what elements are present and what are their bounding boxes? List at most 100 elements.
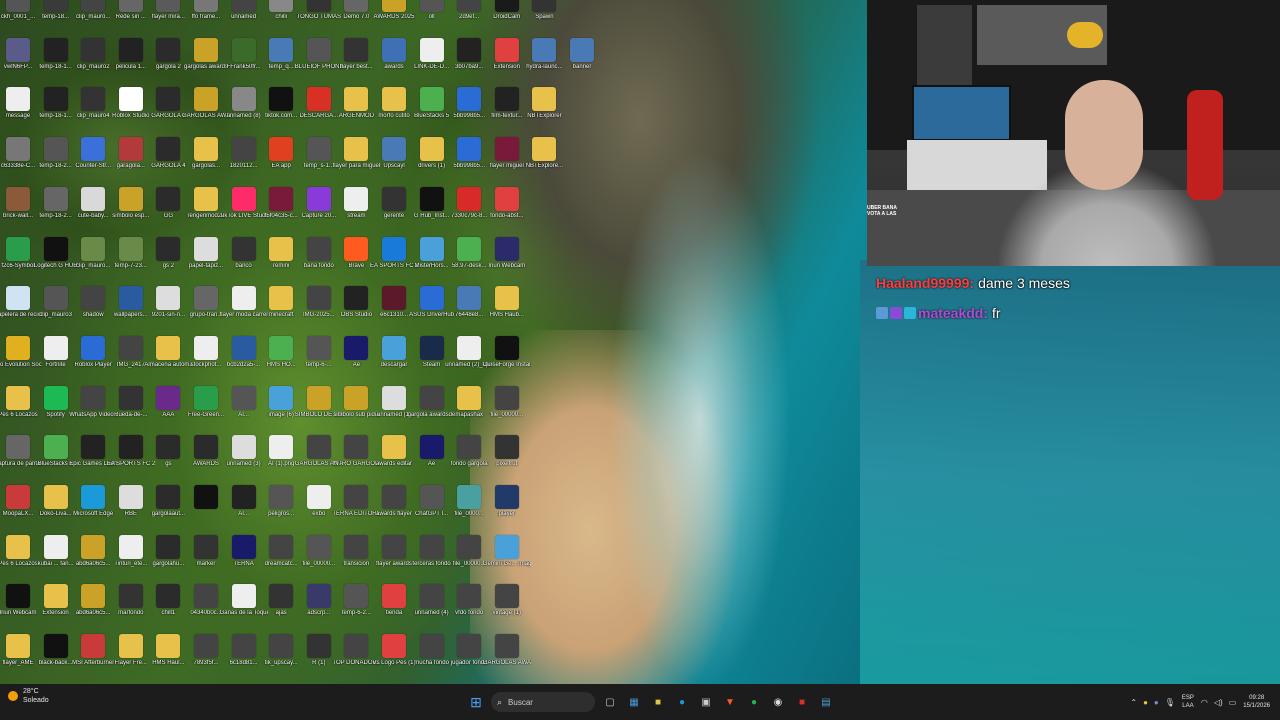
file-icon [269, 236, 294, 261]
file-icon [269, 335, 294, 360]
wallpaper-surf [580, 150, 840, 684]
spotify-icon[interactable]: ● [744, 692, 764, 712]
desktop-icon[interactable]: CurseForge Installer [483, 335, 531, 384]
widgets-icon[interactable]: ▦ [624, 692, 644, 712]
desktop-icon[interactable]: file_00000... [483, 385, 531, 434]
file-icon [118, 435, 143, 460]
file-icon [494, 0, 519, 12]
file-icon [419, 286, 444, 311]
file-icon [532, 0, 557, 12]
file-icon [118, 0, 143, 12]
desktop-icon[interactable]: vintage (1) [483, 584, 531, 632]
file-icon [494, 634, 519, 659]
file-icon [419, 435, 444, 460]
file-icon [344, 435, 369, 460]
file-icon [81, 485, 106, 509]
file-icon [344, 137, 369, 162]
discord-icon[interactable]: ● [1154, 698, 1159, 707]
file-icon [532, 37, 557, 62]
file-icon [306, 584, 331, 609]
search-box[interactable]: ⌕ Buscar [491, 692, 595, 712]
file-icon [81, 385, 106, 410]
clock[interactable]: 09:28 15/1/2026 [1243, 694, 1270, 710]
file-icon [494, 485, 519, 509]
desktop-icon[interactable]: NBTExplore... [520, 137, 568, 185]
desktop-icon-label: GARGOLAS AWARDS [482, 660, 531, 667]
file-icon [231, 485, 256, 509]
desktop-icon[interactable]: Spawn [520, 0, 568, 36]
desktop-icon-label: pixelfrut [496, 461, 518, 468]
desktop-icon[interactable]: NBTExplorer [520, 87, 568, 135]
file-explorer-icon[interactable]: ■ [648, 692, 668, 712]
desktop-icon[interactable]: Gemini Ge... Image [482, 534, 531, 583]
file-icon [494, 37, 519, 62]
task-view-icon[interactable]: ▢ [600, 692, 620, 712]
file-icon [382, 335, 406, 360]
volume-icon[interactable]: ◁) [1214, 698, 1223, 707]
file-icon [194, 137, 218, 162]
file-icon [382, 87, 406, 112]
file-icon [6, 634, 30, 659]
store-icon[interactable]: ▣ [696, 692, 716, 712]
file-icon [457, 385, 482, 410]
desktop-icon-label: Gemini Ge... Image [482, 560, 531, 567]
search-label: Buscar [508, 697, 533, 707]
desktop-icon[interactable]: pixelfrut [483, 435, 531, 483]
file-icon [194, 37, 218, 62]
file-icon [269, 37, 294, 62]
microphone-icon[interactable]: 🎙︎ [1165, 698, 1175, 707]
file-icon [43, 37, 68, 62]
file-icon [156, 584, 181, 609]
file-icon [118, 385, 143, 410]
desktop-icon[interactable]: GARGOLAS AWARDS [483, 634, 531, 682]
file-icon [457, 186, 482, 211]
file-icon [6, 186, 30, 211]
file-icon [457, 236, 482, 261]
desktop-icon[interactable]: HMS Haub... [483, 286, 531, 334]
desktop-icon[interactable]: banner [558, 37, 606, 86]
desktop-icon-label: vintage (1) [492, 610, 521, 617]
file-icon [306, 485, 331, 509]
edge-icon[interactable]: ● [672, 692, 692, 712]
desktop-icon[interactable]: fondo-abst... [483, 186, 531, 235]
file-icon [494, 186, 519, 211]
desktop-icon[interactable]: Iriun Webcam [483, 236, 531, 285]
file-icon [419, 186, 444, 211]
desktop-icon-label: HMS Haub... [489, 312, 524, 319]
wifi-icon[interactable]: ◠ [1201, 698, 1208, 707]
notepad-icon[interactable]: ▤ [816, 692, 836, 712]
chevron-up-icon[interactable]: ⌃ [1130, 698, 1137, 707]
clock-date: 15/1/2026 [1243, 703, 1270, 709]
capture-icon[interactable]: ■ [792, 692, 812, 712]
file-icon [231, 0, 256, 12]
file-icon [118, 534, 143, 559]
obs-icon[interactable]: ◉ [768, 692, 788, 712]
file-icon [382, 137, 406, 162]
weather-widget[interactable]: 28°C Soleado [8, 687, 49, 705]
file-icon [43, 286, 68, 311]
webcam-text-overlay: UBER BANA VOTA A LAS [867, 205, 927, 217]
file-icon [156, 485, 181, 509]
file-icon [382, 385, 406, 410]
brave-icon[interactable]: ▼ [720, 692, 740, 712]
chat-badge-icon [890, 307, 902, 319]
file-icon [156, 335, 181, 360]
language-indicator[interactable]: ESP LAA [1182, 694, 1194, 710]
desktop-icon-label: Iriun Webcam [488, 262, 526, 269]
file-icon [382, 534, 406, 559]
desktop-icon[interactable]: player [483, 485, 531, 533]
file-icon [6, 335, 30, 360]
battery-icon[interactable]: ▭ [1229, 698, 1237, 707]
file-icon [231, 634, 256, 659]
desktop-icon-label: NBTExplorer [527, 113, 562, 120]
desktop-icon-label: Spawn [535, 14, 554, 20]
language-top: ESP [1181, 695, 1194, 701]
file-icon [457, 87, 482, 112]
file-icon [419, 37, 444, 62]
cloud-icon[interactable]: ● [1143, 698, 1148, 707]
start-button[interactable]: ⊞ [466, 692, 486, 712]
file-icon [156, 186, 181, 211]
file-icon [306, 534, 331, 559]
file-icon [194, 534, 218, 559]
chat-overlay: Haaland99999: dame 3 meses mateakdd: fr [876, 272, 1276, 332]
